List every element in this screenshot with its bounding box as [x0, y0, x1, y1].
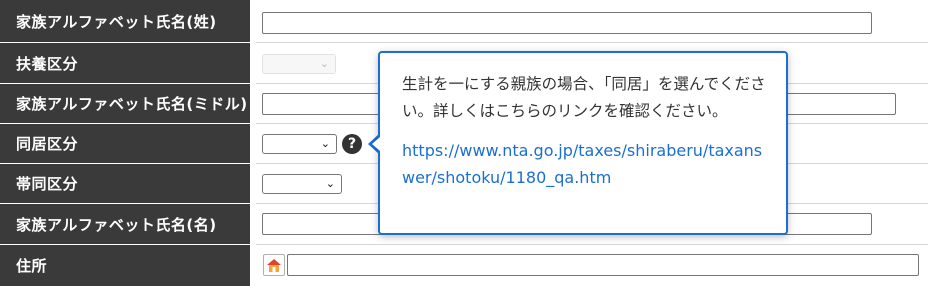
- address-input[interactable]: [287, 254, 919, 276]
- label-dependent-type: 扶養区分: [0, 43, 250, 84]
- accompany-type-select[interactable]: ⌄: [262, 174, 342, 194]
- value-cell-address: [256, 245, 928, 286]
- label-family-middle-name: 家族アルファベット氏名(ミドル): [0, 84, 250, 124]
- label-address: 住所: [0, 245, 250, 286]
- dependent-type-select[interactable]: ⌄: [262, 54, 336, 74]
- house-icon[interactable]: [263, 254, 285, 276]
- label-accompany-type: 帯同区分: [0, 164, 250, 204]
- cohabitation-type-select[interactable]: ⌄: [262, 134, 337, 154]
- tooltip-link[interactable]: https://www.nta.go.jp/taxes/shiraberu/ta…: [402, 137, 766, 191]
- chevron-down-icon: ⌄: [325, 177, 335, 190]
- form-row-family-last-name: 家族アルファベット氏名(姓): [0, 0, 928, 43]
- family-last-name-input[interactable]: [262, 12, 872, 34]
- label-cohabitation-type: 同居区分: [0, 124, 250, 164]
- value-cell-family-last-name: [256, 0, 928, 43]
- cohabitation-help-tooltip: 生計を一にする親族の場合、「同居」を選んでください。詳しくはこちらのリンクを確認…: [378, 51, 788, 235]
- question-circle-icon[interactable]: ?: [342, 134, 362, 154]
- chevron-down-icon: ⌄: [319, 57, 329, 70]
- label-family-first-name: 家族アルファベット氏名(名): [0, 204, 250, 245]
- tooltip-text: 生計を一にする親族の場合、「同居」を選んでください。詳しくはこちらのリンクを確認…: [402, 75, 766, 120]
- chevron-down-icon: ⌄: [320, 137, 330, 150]
- form-row-address: 住所: [0, 245, 928, 286]
- tooltip-arrow-inner: [372, 137, 380, 151]
- label-family-last-name: 家族アルファベット氏名(姓): [0, 0, 250, 43]
